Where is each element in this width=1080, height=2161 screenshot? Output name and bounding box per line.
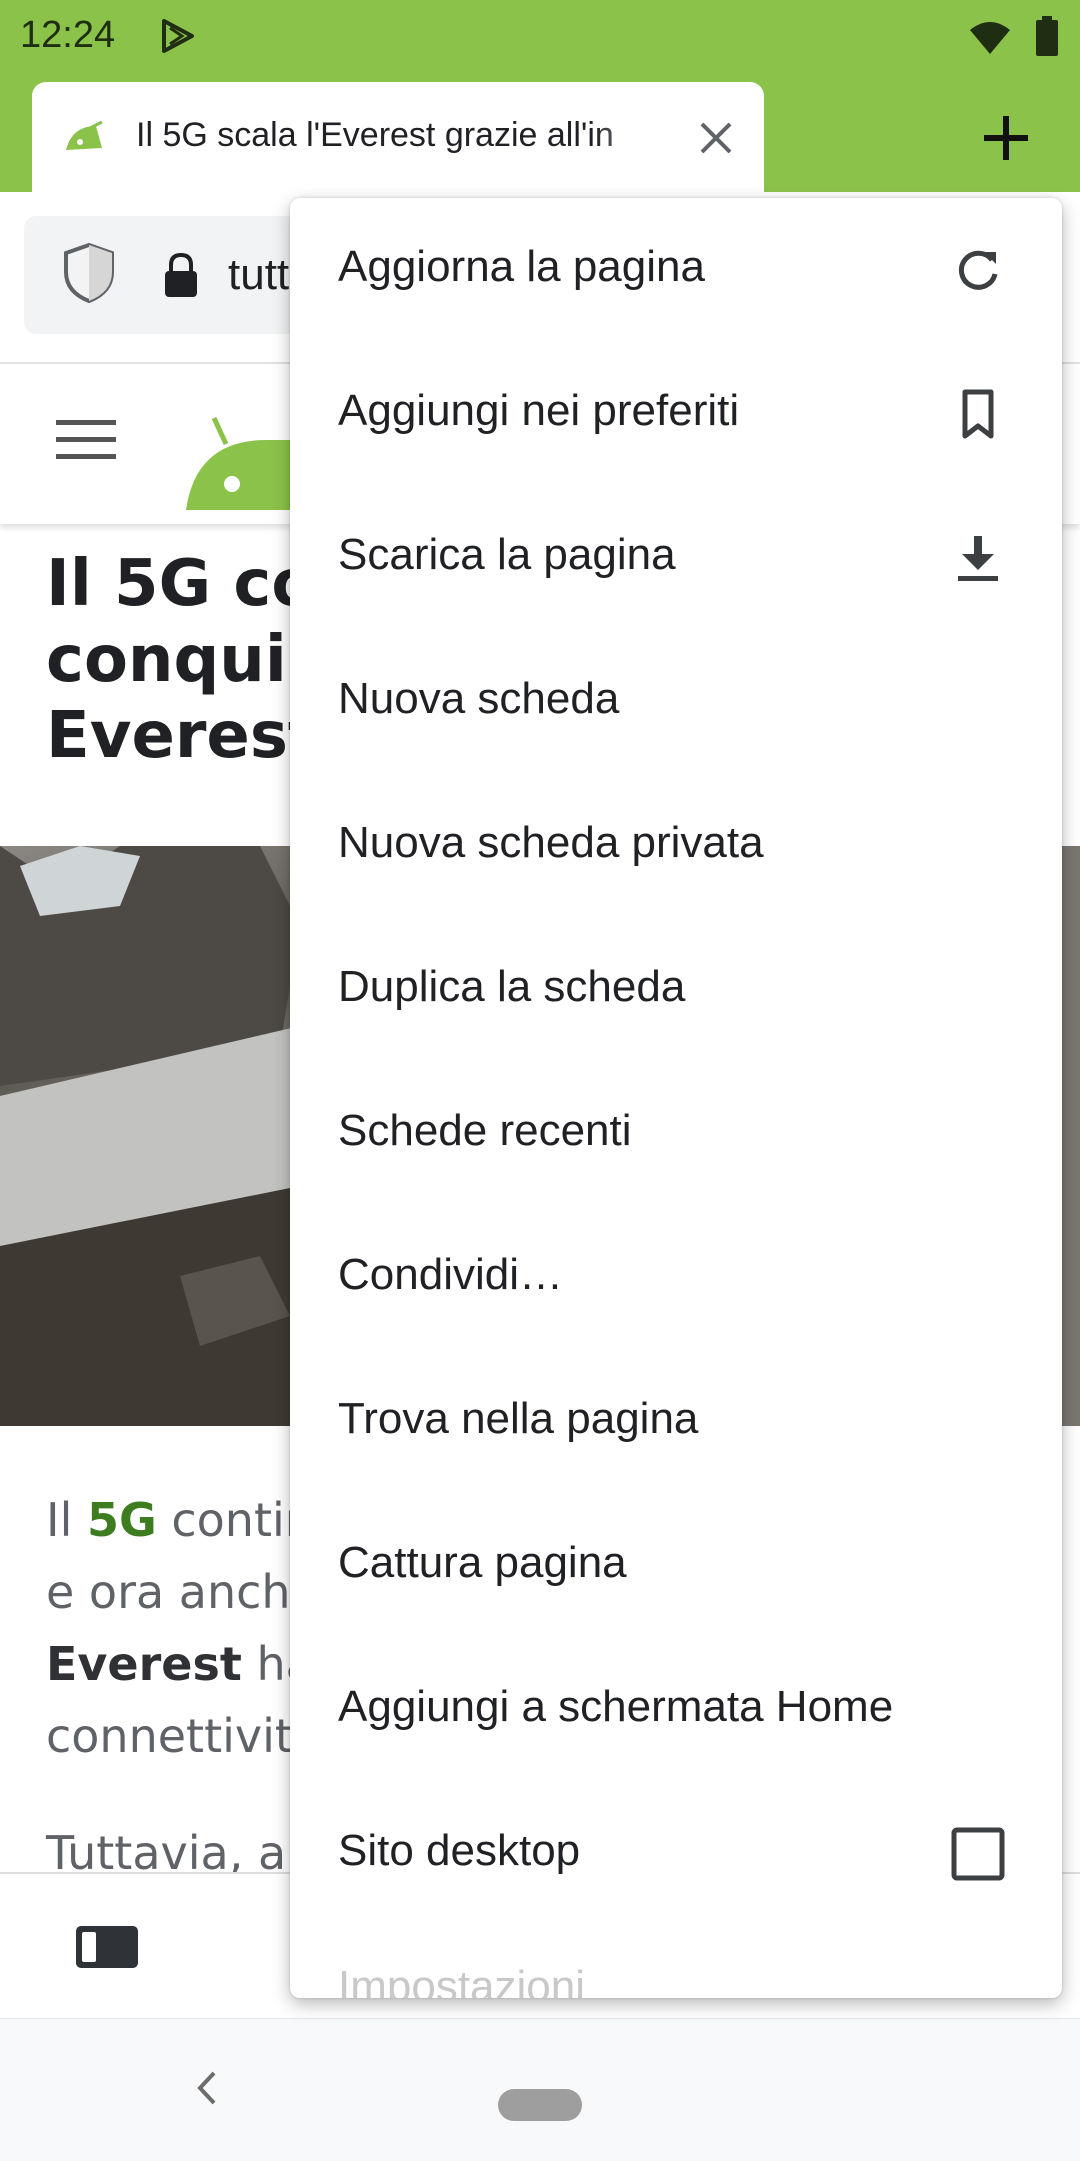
menu-item-label: Schede recenti [338,1106,632,1155]
shield-icon[interactable] [62,242,116,304]
text-span: Il [46,1493,87,1547]
menu-item-find-in-page[interactable]: Trova nella pagina [290,1350,1062,1494]
menu-item-label: Trova nella pagina [338,1394,699,1443]
bookmark-icon [962,389,994,439]
home-pill[interactable] [498,2089,582,2121]
url-text: tutt [228,250,290,299]
hamburger-menu-icon[interactable] [56,418,116,462]
menu-item-new-tab[interactable]: Nuova scheda [290,630,1062,774]
menu-item-capture-page[interactable]: Cattura pagina [290,1494,1062,1638]
overflow-menu: Aggiorna la pagina Aggiungi nei preferit… [290,198,1062,1998]
site-logo-icon[interactable] [186,400,306,510]
menu-item-recent-tabs[interactable]: Schede recenti [290,1062,1062,1206]
tab-strip: Il 5G scala l'Everest grazie all'in [0,76,1080,192]
browser-tab[interactable]: Il 5G scala l'Everest grazie all'in [32,82,764,192]
menu-item-duplicate-tab[interactable]: Duplica la scheda [290,918,1062,1062]
close-icon[interactable] [696,118,736,158]
menu-item-refresh[interactable]: Aggiorna la pagina [290,198,1062,342]
menu-item-share[interactable]: Condividi… [290,1206,1062,1350]
tab-switcher-icon[interactable] [74,1924,140,1970]
menu-item-label: Aggiorna la pagina [338,242,705,291]
menu-item-settings[interactable]: Impostazioni [290,1858,1062,1998]
plus-icon[interactable] [980,112,1032,164]
tab-title: Il 5G scala l'Everest grazie all'in [136,116,614,154]
refresh-icon [958,250,998,290]
menu-item-label: Impostazioni [338,1962,586,1998]
menu-item-label: Condividi… [338,1250,563,1299]
download-icon [958,536,998,581]
menu-item-label: Aggiungi a schermata Home [338,1682,894,1731]
menu-item-label: Duplica la scheda [338,962,686,1011]
back-icon[interactable] [192,2065,222,2111]
status-bar: 12:24 [0,0,1080,76]
wifi-icon [970,22,1010,54]
link-5g[interactable]: 5G [87,1493,157,1547]
menu-item-download[interactable]: Scarica la pagina [290,486,1062,630]
menu-item-label: Scarica la pagina [338,530,676,579]
menu-item-add-to-home[interactable]: Aggiungi a schermata Home [290,1638,1062,1782]
battery-icon [1036,16,1058,56]
menu-item-label: Cattura pagina [338,1538,627,1587]
system-navigation-bar [0,2018,1080,2161]
menu-item-label: Nuova scheda [338,674,620,723]
menu-item-label: Aggiungi nei preferiti [338,386,740,435]
site-favicon-icon [66,120,103,150]
play-store-notification-icon [162,19,194,53]
menu-item-bookmark[interactable]: Aggiungi nei preferiti [290,342,1062,486]
lock-icon [165,252,197,297]
menu-item-label: Nuova scheda privata [338,818,764,867]
bold-text: Everest [46,1637,242,1691]
status-time: 12:24 [20,14,116,56]
menu-item-new-private-tab[interactable]: Nuova scheda privata [290,774,1062,918]
